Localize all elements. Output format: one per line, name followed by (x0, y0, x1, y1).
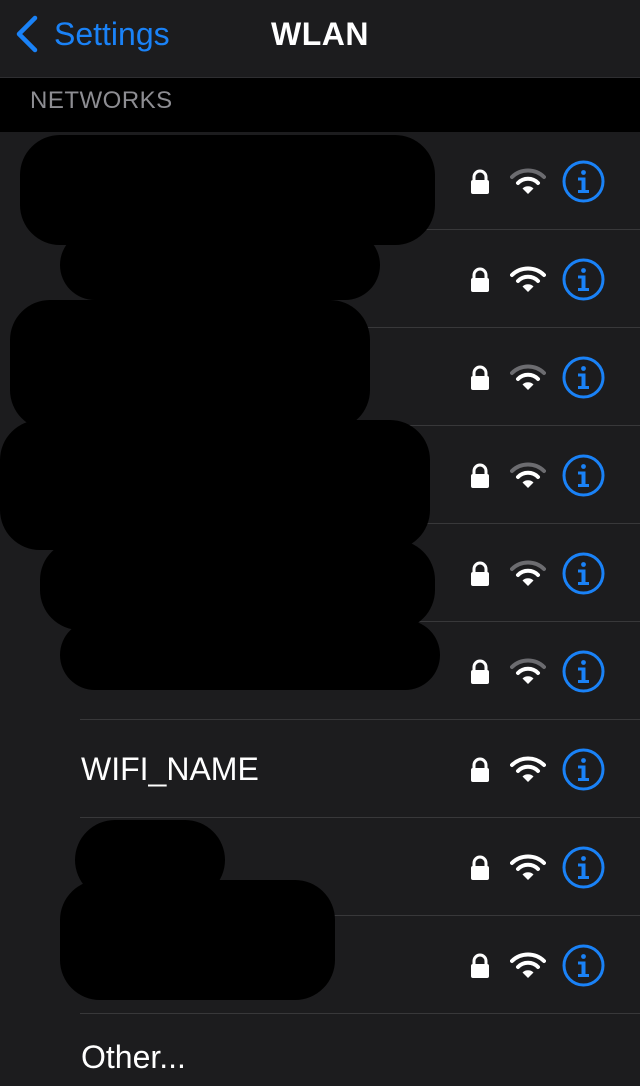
redaction-mark (60, 880, 335, 1000)
redaction-mark (40, 540, 435, 630)
redaction-mark (60, 230, 380, 300)
wifi-icon (510, 266, 546, 294)
info-icon[interactable] (562, 846, 605, 889)
redaction-mark (10, 300, 370, 430)
info-icon[interactable] (562, 748, 605, 791)
lock-icon (469, 659, 491, 685)
wifi-icon (510, 854, 546, 882)
wifi-icon (510, 462, 546, 490)
info-icon[interactable] (562, 356, 605, 399)
wifi-icon (510, 658, 546, 686)
lock-icon (469, 953, 491, 979)
other-network-row[interactable]: Other... (0, 1014, 640, 1086)
info-icon[interactable] (562, 454, 605, 497)
network-row[interactable]: WIFI_NAME (0, 720, 640, 818)
wifi-icon (510, 560, 546, 588)
network-name: WIFI_NAME (81, 751, 259, 787)
info-icon[interactable] (562, 944, 605, 987)
lock-icon (469, 757, 491, 783)
section-label: NETWORKS (30, 87, 173, 114)
wifi-icon (510, 952, 546, 980)
info-icon[interactable] (562, 258, 605, 301)
lock-icon (469, 267, 491, 293)
lock-icon (469, 561, 491, 587)
page-title: WLAN (271, 16, 369, 52)
lock-icon (469, 169, 491, 195)
lock-icon (469, 855, 491, 881)
wifi-icon (510, 756, 546, 784)
lock-icon (469, 365, 491, 391)
wifi-icon (510, 364, 546, 392)
wifi-icon (510, 168, 546, 196)
other-network-label: Other... (81, 1039, 186, 1075)
redaction-mark (60, 620, 440, 690)
section-header: NETWORKS (0, 78, 640, 132)
navigation-bar: Settings WLAN (0, 0, 640, 78)
info-icon[interactable] (562, 160, 605, 203)
redaction-mark (0, 420, 430, 550)
info-icon[interactable] (562, 552, 605, 595)
info-icon[interactable] (562, 650, 605, 693)
lock-icon (469, 463, 491, 489)
redaction-mark (20, 135, 435, 245)
